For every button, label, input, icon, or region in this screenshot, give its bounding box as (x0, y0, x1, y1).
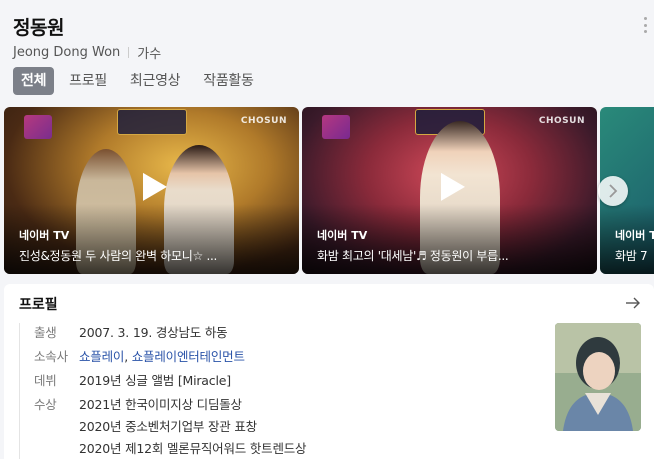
profile-row-birth: 출생 2007. 3. 19. 경상남도 하동 (20, 323, 519, 343)
play-icon (440, 172, 465, 201)
tab-all[interactable]: 전체 (13, 67, 55, 95)
profile-row-debut: 데뷔 2019년 싱글 앨범 [Miracle] (20, 371, 519, 391)
video-provider: 네이버 TV (317, 229, 368, 242)
profile-row-agency: 소속사 쇼플레이, 쇼플레이엔터테인먼트 (20, 347, 519, 367)
field-value: 2019년 싱글 앨범 [Miracle] (79, 373, 231, 388)
person-name: 정동원 (13, 17, 64, 39)
program-logo (24, 115, 52, 139)
award-item: 2020년 제12회 멜론뮤직어워드 핫트렌드상 (79, 441, 307, 456)
channel-watermark: CHOSUN (538, 116, 585, 126)
agency-link[interactable]: 쇼플레이 (79, 349, 124, 364)
video-carousel: CHOSUN 네이버 TV 진성&정동원 두 사람의 완벽 하모니☆ ... C… (4, 107, 654, 274)
field-value: 2007. 3. 19. 경상남도 하동 (79, 325, 228, 340)
tab-recent-videos[interactable]: 최근영상 (122, 67, 188, 95)
field-label: 출생 (34, 325, 57, 340)
romanized-name: Jeong Dong Won (13, 45, 121, 60)
agency-link[interactable]: 쇼플레이엔터테인먼트 (132, 349, 245, 364)
video-title[interactable]: 화밤 최고의 '대세남'♬ 정동원이 부릅... (317, 247, 589, 264)
field-value: 쇼플레이, 쇼플레이엔터테인먼트 (79, 349, 245, 364)
tab-profile[interactable]: 프로필 (61, 67, 115, 95)
profile-photo[interactable] (555, 323, 641, 431)
field-value: 2021년 한국이미지상 디딤돌상 2020년 중소벤처기업부 장관 표창 20… (79, 394, 307, 459)
video-title[interactable]: 진성&정동원 두 사람의 완벽 하모니☆ ... (19, 247, 291, 264)
occupation: 가수 (137, 47, 162, 62)
program-logo (322, 115, 350, 139)
video-title[interactable]: 화밤 7 (615, 247, 654, 264)
chevron-right-icon (609, 184, 618, 198)
profile-section: 프로필 출생 2007. 3. 19. 경상남도 하동 소속사 쇼플레이, 쇼플… (4, 284, 654, 459)
arrow-right-icon[interactable] (624, 294, 642, 312)
award-item: 2020년 중소벤처기업부 장관 표창 (79, 419, 257, 434)
field-label: 데뷔 (34, 373, 57, 388)
profile-section-title: 프로필 (19, 297, 58, 313)
field-label: 수상 (34, 397, 57, 412)
video-provider: 네이버 T (615, 229, 654, 242)
carousel-next-button[interactable] (598, 176, 628, 206)
award-item: 2021년 한국이미지상 디딤돌상 (79, 397, 242, 412)
tab-works[interactable]: 작품활동 (195, 67, 261, 95)
video-card[interactable]: CHOSUN 네이버 TV 화밤 최고의 '대세남'♬ 정동원이 부릅... (302, 107, 597, 274)
channel-watermark: CHOSUN (240, 116, 287, 126)
program-caption-box (116, 109, 187, 135)
profile-info-list: 출생 2007. 3. 19. 경상남도 하동 소속사 쇼플레이, 쇼플레이엔터… (19, 323, 519, 459)
more-options-icon[interactable] (643, 17, 647, 33)
tab-bar: 전체 프로필 최근영상 작품활동 (13, 67, 269, 95)
divider (128, 47, 130, 58)
play-icon (142, 172, 167, 201)
person-subtitle: Jeong Dong Won 가수 (13, 43, 161, 62)
profile-header: 정동원 Jeong Dong Won 가수 전체 프로필 최근영상 작품활동 (0, 0, 654, 104)
profile-row-awards: 수상 2021년 한국이미지상 디딤돌상 2020년 중소벤처기업부 장관 표창… (20, 395, 519, 459)
video-provider: 네이버 TV (19, 229, 70, 242)
field-label: 소속사 (34, 349, 68, 364)
video-card[interactable]: CHOSUN 네이버 TV 진성&정동원 두 사람의 완벽 하모니☆ ... (4, 107, 299, 274)
